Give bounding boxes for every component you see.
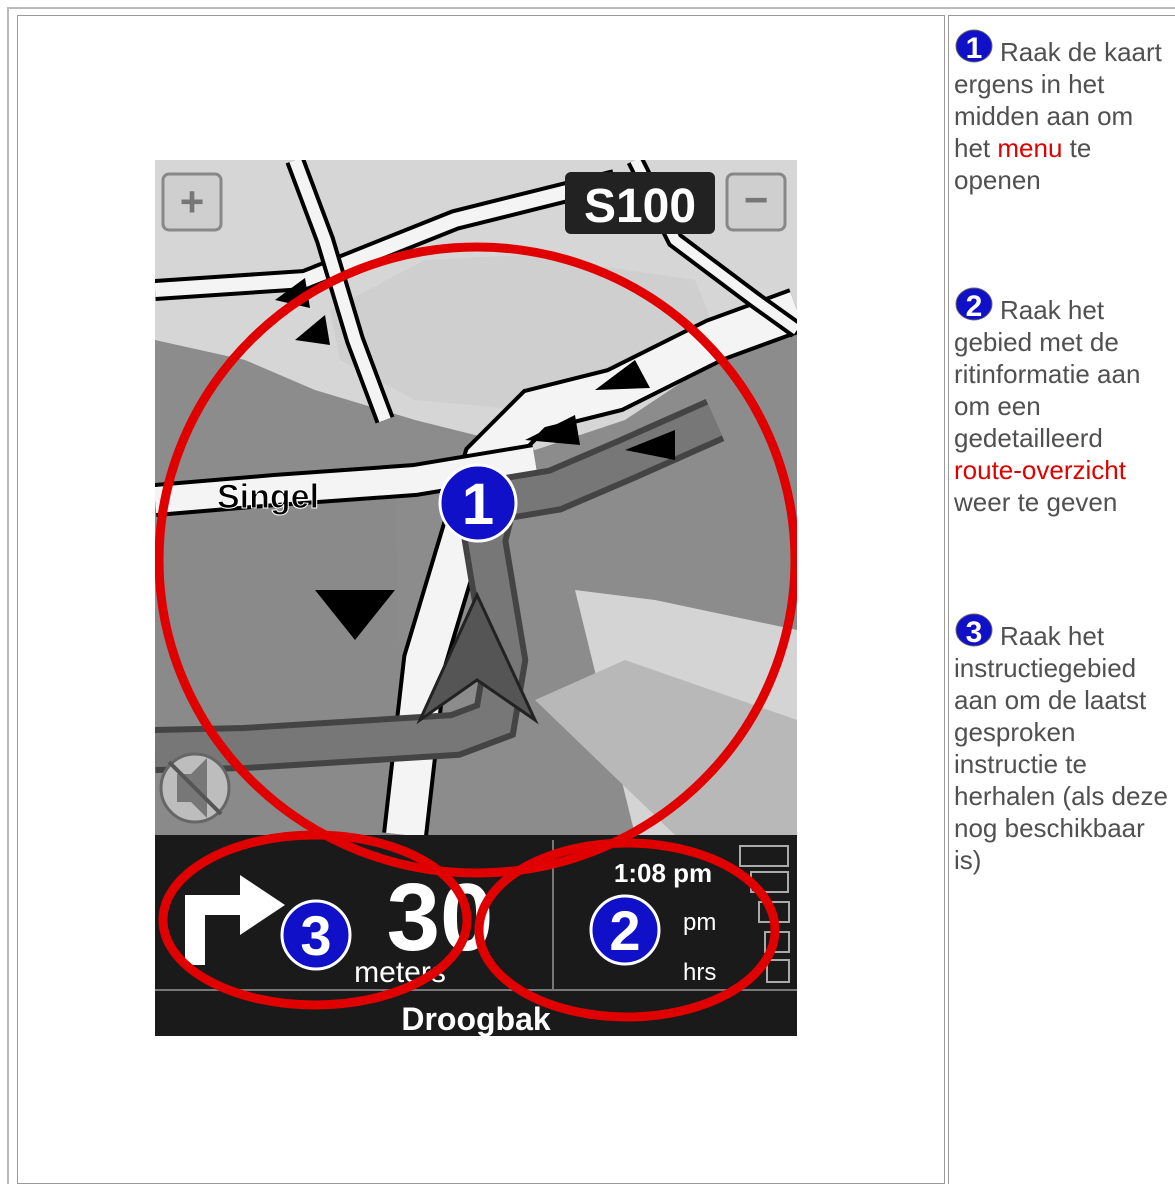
instruction-3: 3 Raak het instructiegebied aan om de la… [954,612,1169,876]
number-3-icon: 3 [955,613,993,648]
svg-text:2: 2 [609,899,640,962]
instruction-1: 1 Raak de kaart ergens in het midden aan… [954,28,1169,196]
remaining-distance-unit: hrs [683,959,716,986]
road-sign: S100 [565,172,715,234]
svg-text:−: − [744,176,769,223]
svg-text:2: 2 [966,290,983,322]
svg-text:3: 3 [300,904,331,967]
svg-text:1: 1 [462,472,494,537]
svg-text:3: 3 [966,616,983,648]
instruction-3-text: Raak het instructiegebied aan om de laat… [954,621,1168,875]
marker-3: 3 [280,899,352,971]
svg-text:1: 1 [966,32,983,64]
arrival-time: 1:08 pm [614,858,712,888]
menu-link[interactable]: menu [997,133,1062,163]
street-label: Singel [217,478,319,516]
number-1-icon: 1 [955,29,993,64]
svg-text:+: + [180,178,205,225]
number-2-icon: 2 [955,287,993,322]
remaining-time-unit: pm [683,909,716,936]
marker-2: 2 [589,894,661,966]
svg-text:S100: S100 [584,180,696,233]
navigation-screenshot[interactable]: + − S100 Singel 30 meters 1:08 pm pm hrs… [155,160,797,1036]
zoom-in-button[interactable]: + [161,172,223,232]
route-overview-link[interactable]: route-overzicht [954,455,1126,485]
instruction-2: 2 Raak het gebied met de ritinformatie a… [954,286,1169,518]
mute-icon[interactable] [159,752,231,824]
next-street-label: Droogbak [401,1001,551,1036]
instruction-2-text-end: weer te geven [954,487,1118,517]
zoom-out-button[interactable]: − [725,172,787,232]
marker-1: 1 [438,463,518,543]
